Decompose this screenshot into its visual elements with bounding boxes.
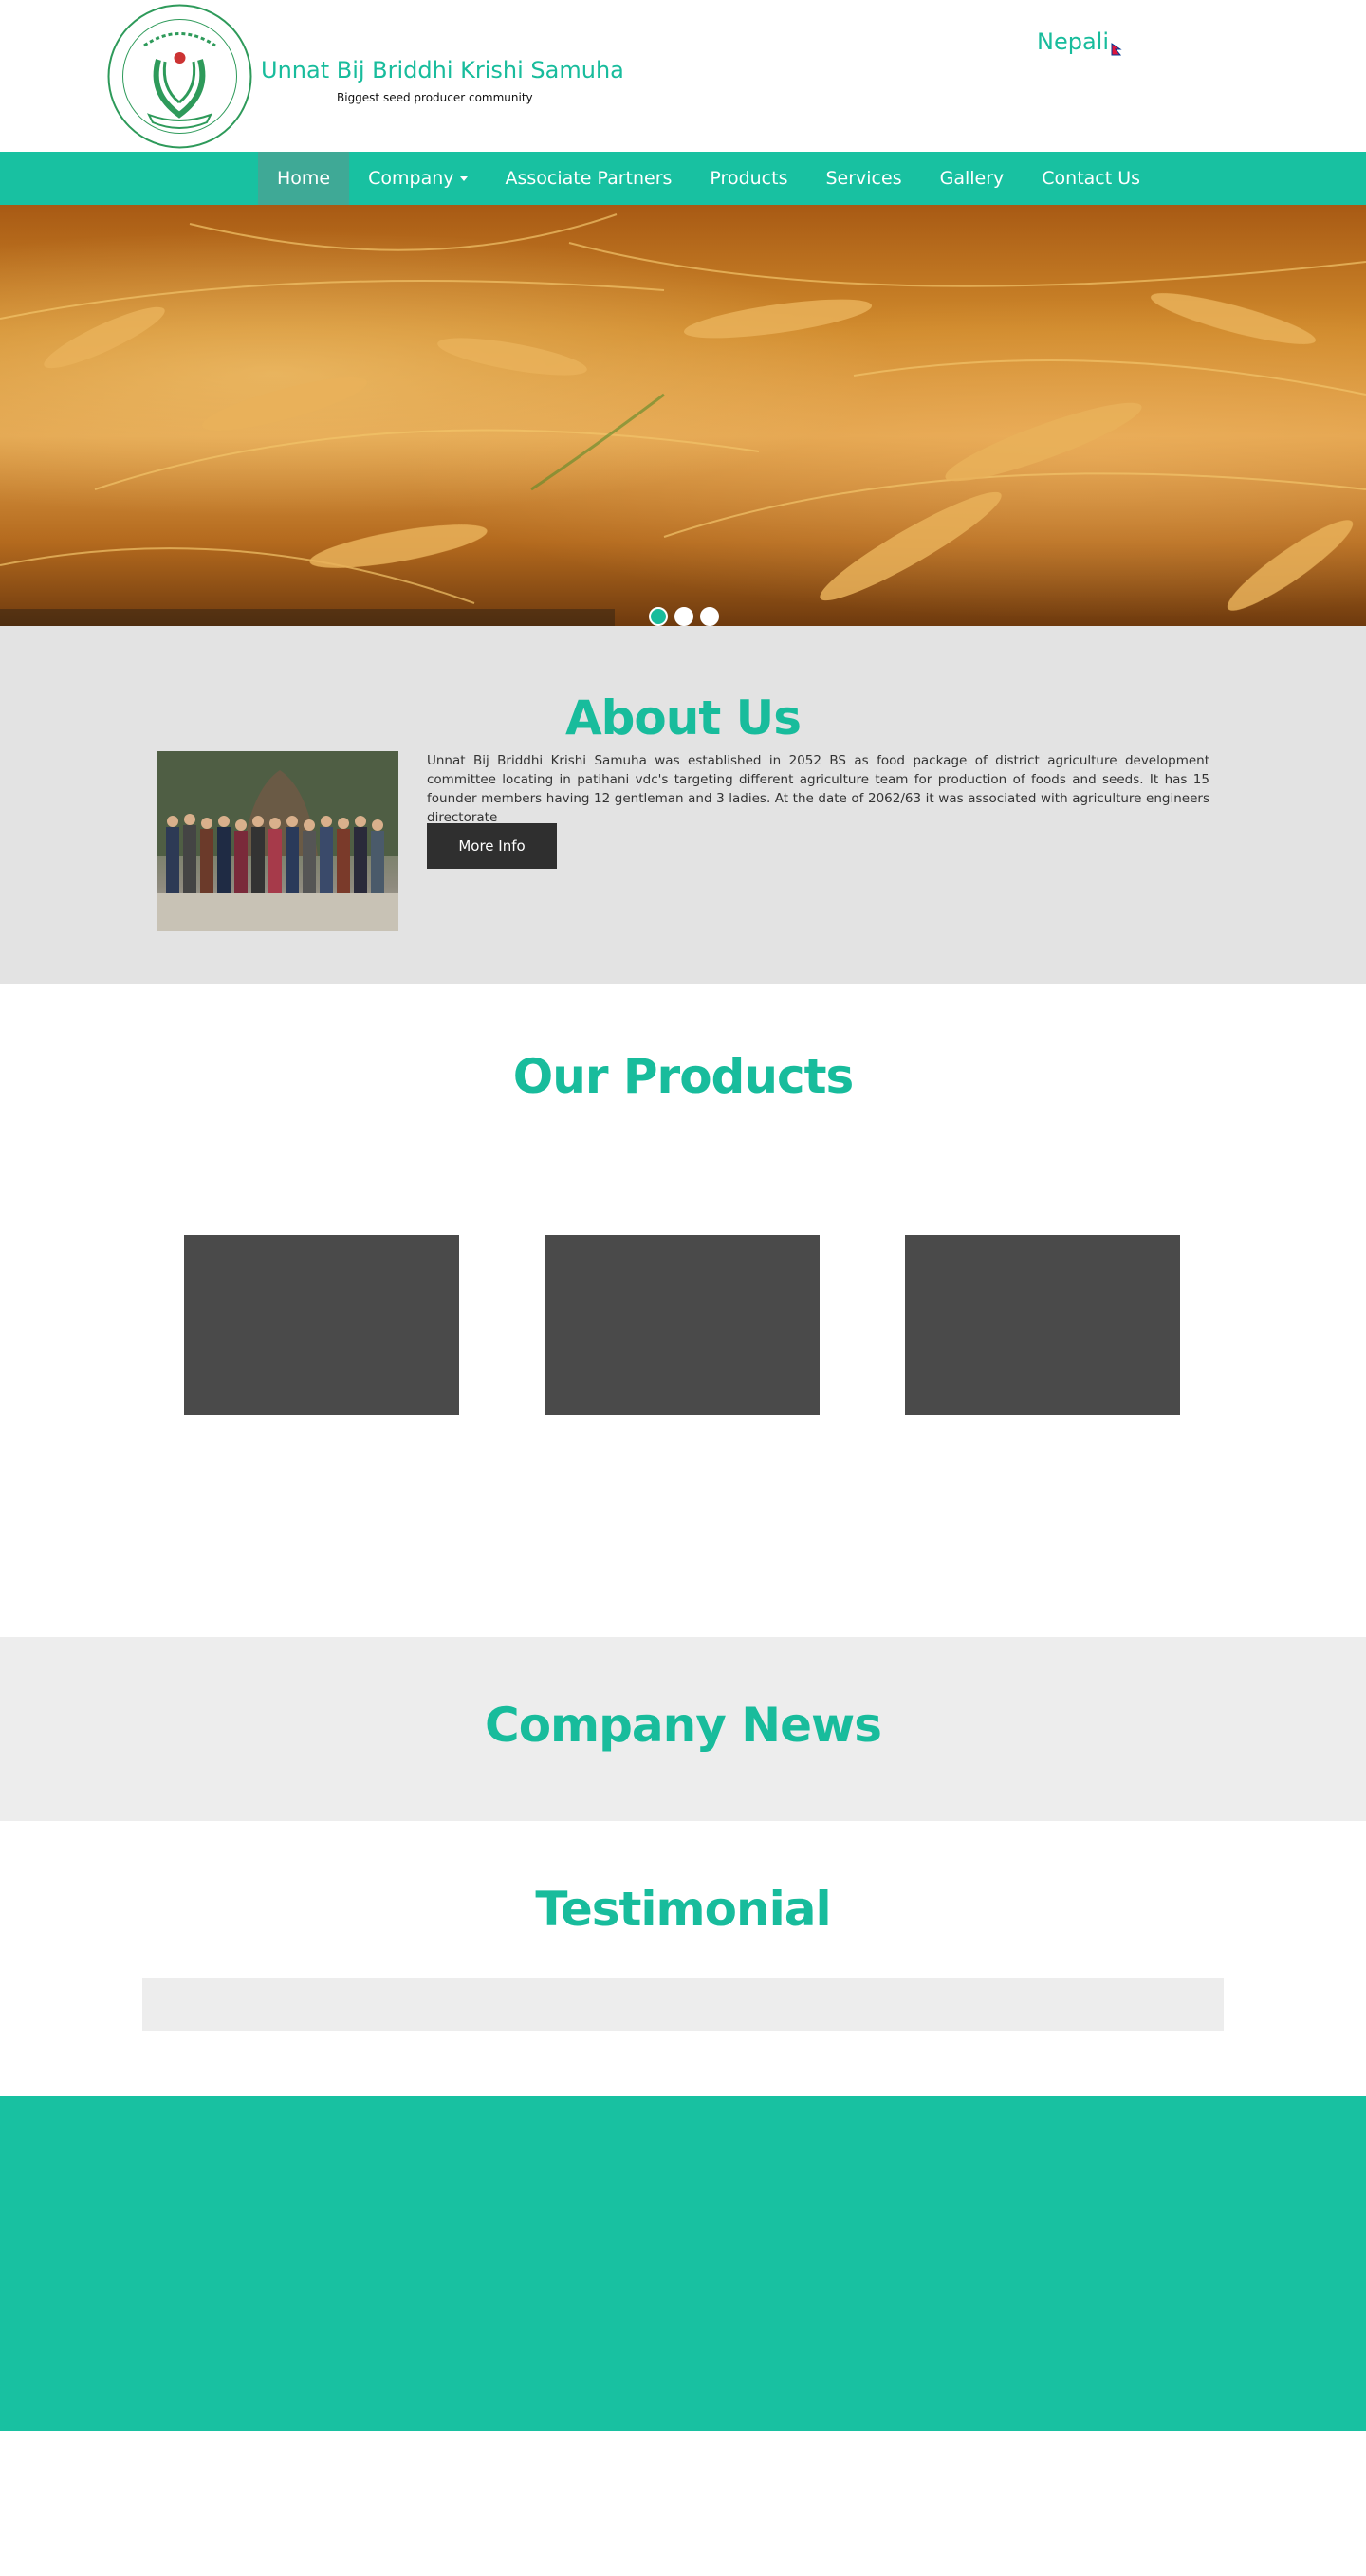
site-tagline: Biggest seed producer community	[337, 91, 533, 104]
slider-pagination	[649, 607, 719, 626]
more-info-button[interactable]: More Info	[427, 823, 557, 869]
site-footer	[0, 2096, 1366, 2431]
products-section: Our Products	[0, 984, 1366, 1637]
slide-caption-bar	[0, 609, 615, 626]
about-group-photo	[157, 751, 398, 931]
hero-slider[interactable]	[0, 205, 1366, 626]
nav-item-label: Associate Partners	[505, 168, 673, 189]
testimonial-section: Testimonial	[0, 1821, 1366, 2096]
nav-item-company[interactable]: Company	[349, 152, 486, 205]
product-card-1[interactable]	[184, 1235, 459, 1415]
organization-seal-logo[interactable]	[106, 3, 253, 150]
language-switch-link[interactable]: Nepali	[1037, 28, 1122, 56]
nepal-flag-icon	[1111, 35, 1122, 56]
about-title: About Us	[564, 690, 802, 745]
nav-item-label: Products	[710, 168, 788, 189]
news-title: Company News	[485, 1698, 882, 1753]
nav-item-products[interactable]: Products	[691, 152, 806, 205]
nav-item-label: Gallery	[939, 168, 1005, 189]
nav-item-label: Home	[277, 168, 331, 189]
product-card-2[interactable]	[545, 1235, 820, 1415]
product-card-3[interactable]	[905, 1235, 1180, 1415]
site-title[interactable]: Unnat Bij Briddhi Krishi Samuha	[261, 57, 624, 83]
caret-down-icon	[459, 175, 468, 181]
nav-item-associate-partners[interactable]: Associate Partners	[487, 152, 692, 205]
language-switch-label: Nepali	[1037, 28, 1109, 55]
slide-dot-2[interactable]	[674, 607, 693, 626]
nav-item-label: Company	[368, 168, 454, 189]
products-title: Our Products	[512, 1049, 855, 1104]
company-news-section: Company News	[0, 1637, 1366, 1821]
nav-item-label: Contact Us	[1042, 168, 1141, 189]
about-description: Unnat Bij Briddhi Krishi Samuha was esta…	[427, 753, 1209, 825]
testimonial-title: Testimonial	[535, 1882, 831, 1937]
slide-dot-3[interactable]	[700, 607, 719, 626]
nav-item-gallery[interactable]: Gallery	[921, 152, 1024, 205]
site-header: Unnat Bij Briddhi Krishi Samuha Biggest …	[0, 0, 1366, 152]
wheat-field-image	[0, 213, 1366, 611]
nav-item-services[interactable]: Services	[806, 152, 920, 205]
main-navigation: Home Company Associate Partners Products…	[0, 152, 1366, 205]
slide-dot-1[interactable]	[649, 607, 668, 626]
testimonial-box	[142, 1978, 1224, 2031]
nav-item-label: Services	[825, 168, 902, 189]
nav-item-home[interactable]: Home	[258, 152, 350, 205]
about-section: About Us Unnat Bij Briddhi Krishi Samuha…	[0, 626, 1366, 984]
nav-item-contact-us[interactable]: Contact Us	[1023, 152, 1159, 205]
